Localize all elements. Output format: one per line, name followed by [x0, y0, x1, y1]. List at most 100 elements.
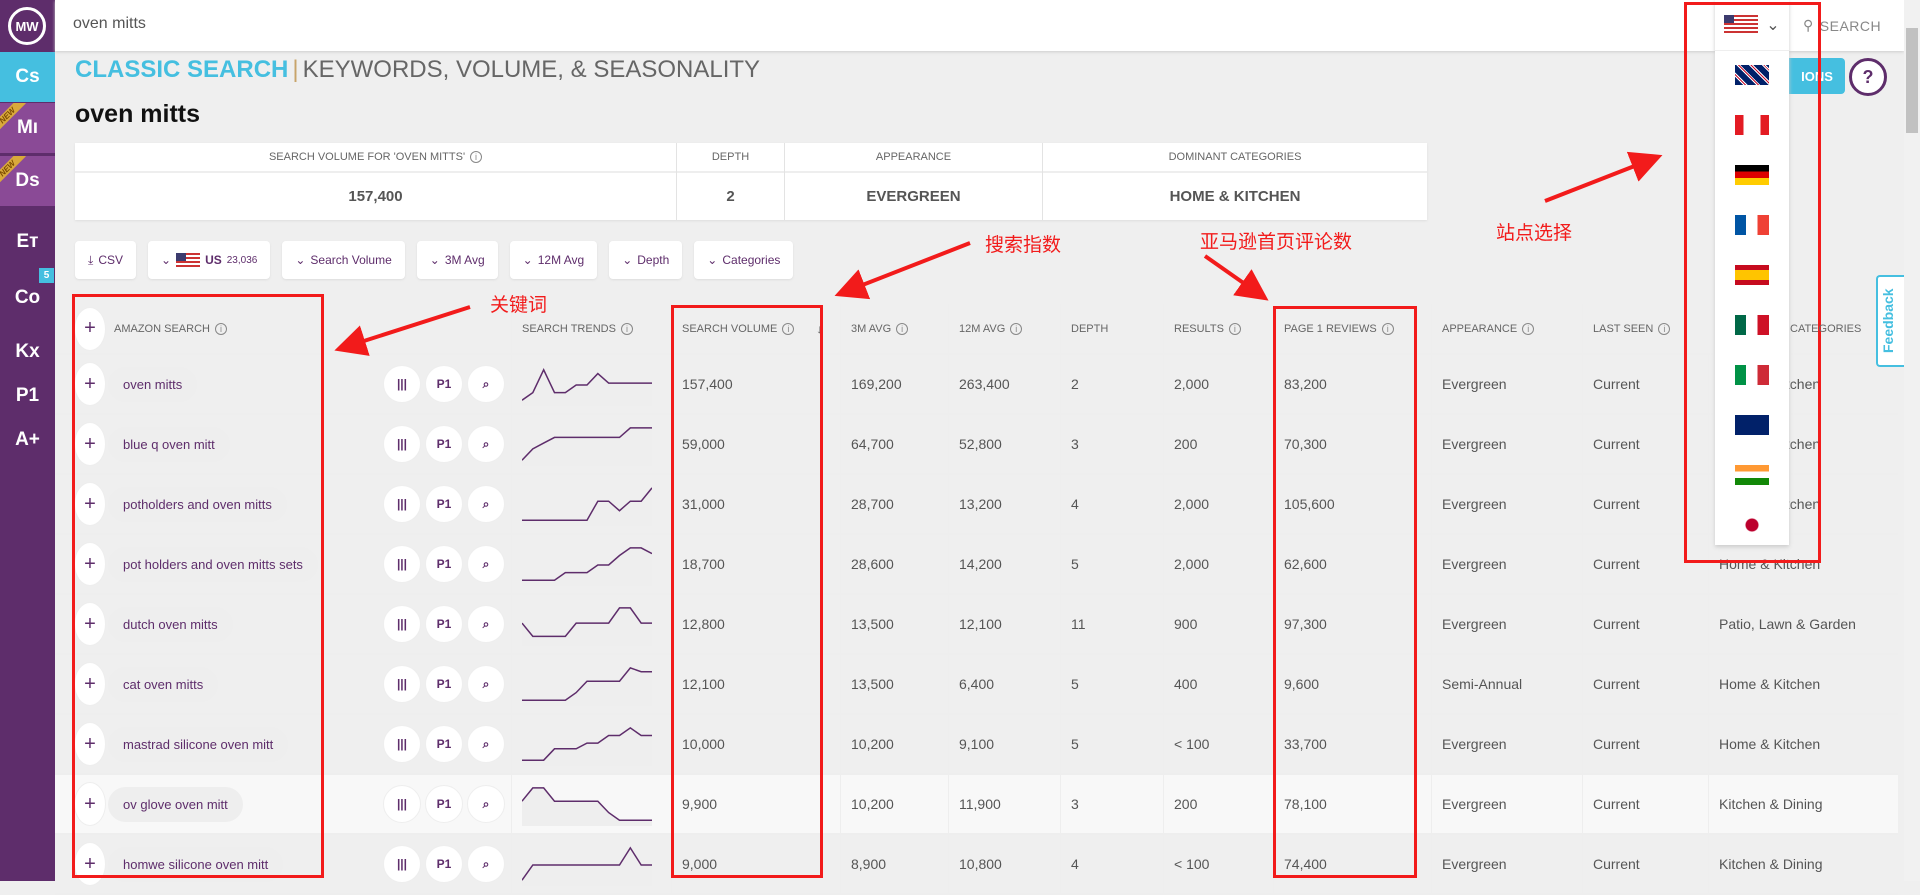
- sidebar-item-label: Ds: [15, 170, 40, 191]
- summary-value: 2: [726, 188, 735, 205]
- keyword-heading: oven mitts: [75, 100, 201, 128]
- trend-cell: [511, 835, 652, 893]
- info-icon[interactable]: i: [1658, 322, 1671, 335]
- depth-cell: 3: [1060, 415, 1079, 473]
- header-categories[interactable]: CATEGORIES: [1790, 304, 1861, 353]
- actions-cell: ||| P1 ⌕: [373, 775, 509, 833]
- p1-button[interactable]: P1: [425, 725, 463, 763]
- p1-button[interactable]: P1: [425, 545, 463, 583]
- header-results[interactable]: RESULTS i: [1163, 304, 1241, 353]
- header-appearance[interactable]: APPEARANCE i: [1431, 304, 1535, 353]
- search-icon[interactable]: ⌕: [467, 665, 505, 703]
- search-icon[interactable]: ⌕: [467, 785, 505, 823]
- p1-button[interactable]: P1: [425, 425, 463, 463]
- header-depth[interactable]: DEPTH: [1060, 304, 1108, 353]
- search-icon[interactable]: ⌕: [467, 725, 505, 763]
- p1-button[interactable]: P1: [425, 665, 463, 703]
- us-flag-icon: [176, 253, 201, 267]
- categories-filter[interactable]: ⌄ Categories: [694, 241, 794, 279]
- bar-chart-icon[interactable]: |||: [383, 545, 421, 583]
- scrollbar-thumb[interactable]: [1906, 28, 1918, 133]
- category-cell: Home & Kitchen: [1708, 715, 1820, 773]
- summary-header: DEPTH: [677, 143, 784, 173]
- depth-filter[interactable]: ⌄ Depth: [609, 241, 683, 279]
- table-row: + blue q oven mitt ||| P1 ⌕ 59,000 64,700…: [55, 415, 1898, 475]
- sidebar-item-mi[interactable]: NEW Mı: [0, 103, 55, 153]
- summary-header: DOMINANT CATEGORIES: [1043, 143, 1427, 173]
- market-count: 23,036: [226, 254, 258, 266]
- csv-button[interactable]: ⤓ CSV: [75, 241, 136, 279]
- depth-cell: 4: [1060, 835, 1079, 893]
- actions-cell: ||| P1 ⌕: [373, 475, 509, 533]
- p1-button[interactable]: P1: [425, 605, 463, 643]
- p1-button[interactable]: P1: [425, 845, 463, 883]
- last_seen-cell: Current: [1582, 535, 1640, 593]
- category-cell: Patio, Lawn & Garden: [1708, 595, 1856, 653]
- search-icon[interactable]: ⌕: [467, 545, 505, 583]
- chevron-down-icon: ⌄: [522, 253, 533, 267]
- filter-label: 3M Avg: [444, 253, 485, 267]
- sidebar-item-kx[interactable]: Kx: [0, 327, 55, 377]
- scrollbar[interactable]: [1904, 0, 1920, 881]
- bar-chart-icon[interactable]: |||: [383, 485, 421, 523]
- trend-sparkline: [522, 368, 652, 406]
- header-3m-avg[interactable]: 3M AVG i: [840, 304, 909, 353]
- sidebar-item-a-plus[interactable]: A+: [0, 415, 55, 465]
- trend-area: [522, 847, 652, 886]
- info-icon[interactable]: i: [620, 322, 633, 335]
- p1-button[interactable]: P1: [425, 485, 463, 523]
- sidebar-item-p1[interactable]: P1: [0, 371, 55, 421]
- actions-cell: ||| P1 ⌕: [373, 655, 509, 713]
- p1-button[interactable]: P1: [425, 785, 463, 823]
- market-filter[interactable]: ⌄ US 23,036: [148, 241, 271, 279]
- bar-chart-icon[interactable]: |||: [383, 725, 421, 763]
- feedback-tab[interactable]: Feedback: [1876, 275, 1904, 367]
- last_seen-cell: Current: [1582, 415, 1640, 473]
- search-input[interactable]: oven mitts: [73, 15, 146, 33]
- trend-sparkline: [522, 487, 652, 526]
- search-icon[interactable]: ⌕: [467, 605, 505, 643]
- title-secondary: KEYWORDS, VOLUME, & SEASONALITY: [302, 56, 761, 83]
- info-icon[interactable]: i: [896, 322, 909, 335]
- actions-cell: ||| P1 ⌕: [373, 595, 509, 653]
- chevron-down-icon: ⌄: [161, 253, 172, 267]
- bar-chart-icon[interactable]: |||: [383, 665, 421, 703]
- bar-chart-icon[interactable]: |||: [383, 845, 421, 883]
- sidebar-item-classic-search[interactable]: Cs: [0, 52, 55, 102]
- search-icon[interactable]: ⌕: [467, 425, 505, 463]
- bar-chart-icon[interactable]: |||: [383, 605, 421, 643]
- sidebar-item-label: Co: [14, 287, 41, 308]
- results-cell: 2,000: [1163, 475, 1209, 533]
- table-row: + mastrad silicone oven mitt ||| P1 ⌕ 10…: [55, 715, 1898, 775]
- logo[interactable]: MW: [8, 7, 46, 45]
- header-label: 3M AVG: [851, 322, 892, 335]
- header-last-seen[interactable]: LAST SEEN i: [1582, 304, 1671, 353]
- info-icon[interactable]: i: [1228, 322, 1241, 335]
- 3m-avg-filter[interactable]: ⌄ 3M Avg: [416, 241, 498, 279]
- sidebar-item-ds[interactable]: NEW Ds: [0, 156, 55, 206]
- depth-cell: 5: [1060, 535, 1079, 593]
- info-icon[interactable]: i: [470, 151, 483, 163]
- header-12m-avg[interactable]: 12M AVG i: [948, 304, 1023, 353]
- search-volume-filter[interactable]: ⌄ Search Volume: [282, 241, 405, 279]
- last_seen-cell: Current: [1582, 475, 1640, 533]
- p1-button[interactable]: P1: [425, 365, 463, 403]
- annotation-box-keywords: [72, 294, 324, 878]
- avg12-cell: 263,400: [948, 355, 1010, 413]
- search-icon[interactable]: ⌕: [467, 845, 505, 883]
- appearance-cell: Evergreen: [1431, 415, 1507, 473]
- search-icon[interactable]: ⌕: [467, 485, 505, 523]
- bar-chart-icon[interactable]: |||: [383, 365, 421, 403]
- help-button[interactable]: ?: [1849, 58, 1887, 96]
- search-icon[interactable]: ⌕: [467, 365, 505, 403]
- 12m-avg-filter[interactable]: ⌄ 12M Avg: [509, 241, 598, 279]
- info-icon[interactable]: i: [1010, 322, 1023, 335]
- annotation-keywords: 关键词: [490, 295, 548, 316]
- bar-chart-icon[interactable]: |||: [383, 425, 421, 463]
- bar-chart-icon[interactable]: |||: [383, 785, 421, 823]
- info-icon[interactable]: i: [1522, 322, 1535, 335]
- feedback-label: Feedback: [1880, 288, 1896, 353]
- table-row: + oven mitts ||| P1 ⌕ 157,400 169,200 263,…: [55, 355, 1898, 415]
- sidebar-item-et[interactable]: Eт: [0, 217, 55, 267]
- depth-cell: 11: [1060, 595, 1086, 653]
